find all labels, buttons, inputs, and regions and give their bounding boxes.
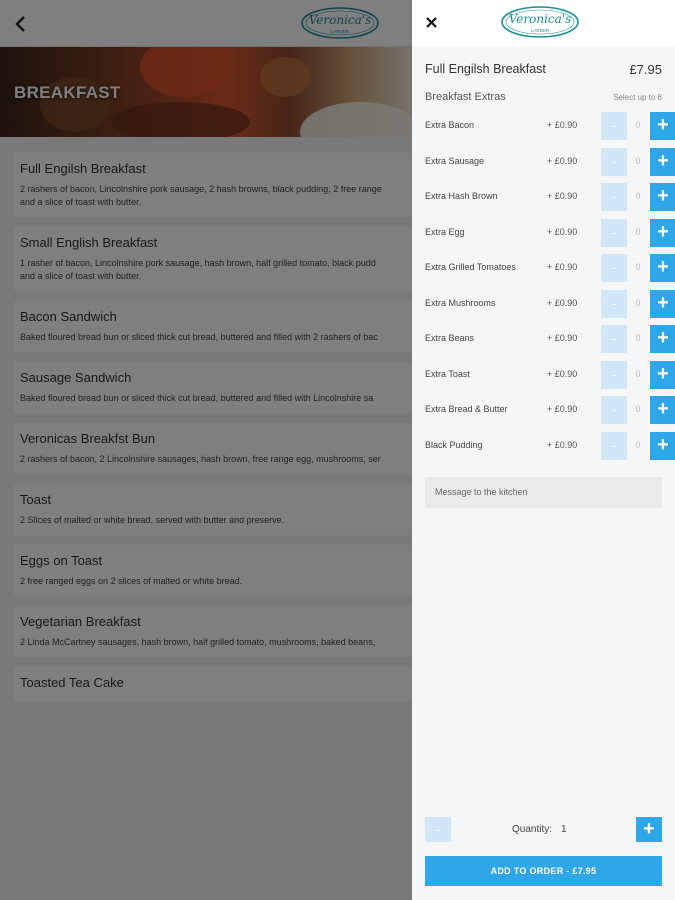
extra-option-name: Black Pudding: [425, 439, 483, 450]
extra-quantity: 0: [635, 297, 641, 308]
quantity-value: 1: [561, 824, 567, 835]
extra-option-price: + £0.90: [547, 262, 578, 272]
extra-increase-button[interactable]: +: [650, 325, 675, 353]
extra-quantity: 0: [635, 368, 641, 379]
extra-option-price: + £0.90: [547, 155, 578, 166]
extra-option-row: Extra Egg + £0.90 -0 +: [425, 218, 675, 247]
extra-increase-button[interactable]: +: [650, 112, 675, 140]
extra-option-price: + £0.90: [547, 297, 578, 308]
extra-option-name: Extra Beans: [425, 333, 475, 343]
selected-item-header: Full Engilsh Breakfast £7.95: [425, 60, 662, 78]
extra-quantity: 0: [635, 333, 641, 343]
extra-increase-button[interactable]: +: [650, 183, 675, 211]
extra-decrease-button[interactable]: -: [601, 218, 627, 247]
extra-option-name: Extra Egg: [425, 226, 465, 237]
extras-header: Breakfast Extras Select up to 8: [425, 90, 662, 104]
item-options-panel: Veronica's LARDER Full Engilsh Breakfast…: [412, 0, 675, 900]
extra-option-row: Extra Hash Brown + £0.90 -0 +: [425, 183, 675, 211]
extra-decrease-button[interactable]: -: [601, 325, 627, 353]
menu-screen: Veronica's LARDER BREAKFAST Full Engilsh…: [0, 0, 412, 900]
extra-option-price: + £0.90: [547, 191, 578, 201]
extra-option-name: Extra Sausage: [425, 155, 485, 166]
extra-option-name: Extra Toast: [425, 368, 470, 379]
extra-option-row: Extra Grilled Tomatoes + £0.90 -0 +: [425, 254, 675, 282]
extra-decrease-button[interactable]: -: [601, 183, 627, 211]
extra-decrease-button[interactable]: -: [601, 254, 627, 282]
quantity-stepper: - Quantity: 1 +: [425, 817, 662, 842]
quantity-label: Quantity:: [512, 824, 553, 835]
extra-option-name: Extra Bacon: [425, 120, 475, 130]
extra-increase-button[interactable]: +: [650, 147, 675, 176]
extra-decrease-button[interactable]: -: [601, 431, 627, 460]
svg-text:Veronica's: Veronica's: [509, 12, 572, 26]
extra-decrease-button[interactable]: -: [601, 147, 627, 176]
panel-top-bar: Veronica's LARDER: [412, 0, 675, 47]
veronicas-larder-logo: Veronica's LARDER: [500, 5, 580, 39]
extra-quantity: 0: [635, 155, 641, 166]
extra-increase-button[interactable]: +: [650, 218, 675, 247]
extra-option-name: Extra Bread & Butter: [425, 404, 508, 414]
extras-limit-note: Select up to 8: [613, 92, 662, 102]
svg-text:LARDER: LARDER: [531, 28, 550, 33]
extras-title: Breakfast Extras: [425, 91, 506, 103]
extra-option-row: Extra Beans + £0.90 -0 +: [425, 325, 675, 353]
extra-quantity: 0: [635, 120, 641, 130]
extra-option-row: Extra Bacon + £0.90 -0 +: [425, 112, 675, 140]
extra-decrease-button[interactable]: -: [601, 360, 627, 389]
extra-quantity: 0: [635, 439, 641, 450]
extra-increase-button[interactable]: +: [650, 254, 675, 282]
extra-option-row: Black Pudding + £0.90 -0 +: [425, 431, 675, 460]
selected-item-name: Full Engilsh Breakfast: [425, 62, 546, 76]
extra-increase-button[interactable]: +: [650, 396, 675, 424]
modal-overlay[interactable]: [0, 0, 412, 900]
extra-option-price: + £0.90: [547, 368, 578, 379]
extra-option-row: Extra Sausage + £0.90 -0 +: [425, 147, 675, 176]
extra-option-name: Extra Grilled Tomatoes: [425, 262, 516, 272]
kitchen-message-input[interactable]: Message to the kitchen: [425, 477, 662, 508]
quantity-increase-button[interactable]: +: [636, 817, 662, 842]
extra-option-name: Extra Mushrooms: [425, 297, 496, 308]
extra-increase-button[interactable]: +: [650, 431, 675, 460]
extra-decrease-button[interactable]: -: [601, 112, 627, 140]
extra-decrease-button[interactable]: -: [601, 396, 627, 424]
close-icon[interactable]: [425, 16, 438, 29]
extra-option-price: + £0.90: [547, 120, 578, 130]
extra-quantity: 0: [635, 262, 641, 272]
extra-option-row: Extra Bread & Butter + £0.90 -0 +: [425, 396, 675, 424]
extra-quantity: 0: [635, 226, 641, 237]
extra-option-price: + £0.90: [547, 404, 578, 414]
extra-option-row: Extra Toast + £0.90 -0 +: [425, 360, 675, 389]
add-to-order-button[interactable]: ADD TO ORDER - £7.95: [425, 856, 662, 886]
extra-option-price: + £0.90: [547, 226, 578, 237]
selected-item-price: £7.95: [629, 61, 662, 77]
extra-quantity: 0: [635, 404, 641, 414]
quantity-decrease-button[interactable]: -: [425, 817, 451, 842]
extra-increase-button[interactable]: +: [650, 289, 675, 318]
extra-decrease-button[interactable]: -: [601, 289, 627, 318]
extra-option-price: + £0.90: [547, 333, 578, 343]
extra-option-name: Extra Hash Brown: [425, 191, 498, 201]
extra-quantity: 0: [635, 191, 641, 201]
extra-increase-button[interactable]: +: [650, 360, 675, 389]
extra-option-row: Extra Mushrooms + £0.90 -0 +: [425, 289, 675, 318]
extra-option-price: + £0.90: [547, 439, 578, 450]
